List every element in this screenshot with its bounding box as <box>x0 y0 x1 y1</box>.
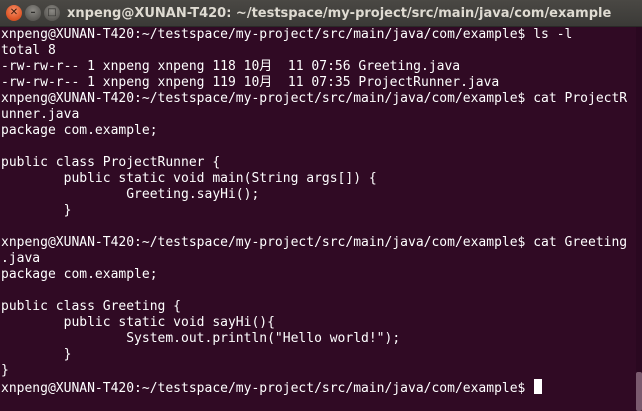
terminal-line: package com.example; <box>1 123 158 138</box>
terminal-prompt-line[interactable]: xnpeng@XUNAN-T420:~/testspace/my-project… <box>1 379 636 395</box>
terminal-line: -rw-rw-r-- 1 xnpeng xnpeng 118 10月 11 07… <box>1 59 461 74</box>
close-icon: ✕ <box>9 7 19 18</box>
maximize-window-button[interactable]: □ <box>44 5 60 21</box>
scrollbar-thumb[interactable] <box>636 372 642 411</box>
terminal-output[interactable]: xnpeng@XUNAN-T420:~/testspace/my-project… <box>0 27 636 411</box>
window-title: xnpeng@XUNAN-T420: ~/testspace/my-projec… <box>67 6 612 21</box>
scrollbar-track[interactable] <box>636 27 642 411</box>
text-cursor <box>534 379 543 394</box>
minimize-icon: – <box>30 7 36 18</box>
terminal-line: xnpeng@XUNAN-T420:~/testspace/my-project… <box>1 27 573 42</box>
title-bar[interactable]: ✕ – □ xnpeng@XUNAN-T420: ~/testspace/my-… <box>0 0 642 27</box>
terminal-line: total 8 <box>1 43 56 58</box>
terminal-line: public class Greeting { <box>1 299 182 314</box>
terminal-line: } <box>1 363 9 378</box>
terminal-prompt: xnpeng@XUNAN-T420:~/testspace/my-project… <box>1 381 534 395</box>
terminal-line: public static void main(String args[]) { <box>1 171 377 186</box>
terminal-window: ✕ – □ xnpeng@XUNAN-T420: ~/testspace/my-… <box>0 0 642 411</box>
maximize-icon: □ <box>47 7 57 18</box>
terminal-line: unner.java <box>1 107 80 122</box>
terminal-line: xnpeng@XUNAN-T420:~/testspace/my-project… <box>1 91 628 106</box>
minimize-window-button[interactable]: – <box>25 5 41 21</box>
terminal-line: public static void sayHi(){ <box>1 315 275 330</box>
terminal-line: package com.example; <box>1 267 158 282</box>
terminal-line: public class ProjectRunner { <box>1 155 221 170</box>
terminal-line: .java <box>1 251 41 266</box>
terminal-line: } <box>1 347 72 362</box>
terminal-line: } <box>1 203 72 218</box>
terminal-line: System.out.println("Hello world!"); <box>1 331 401 346</box>
close-window-button[interactable]: ✕ <box>6 5 22 21</box>
terminal-line: -rw-rw-r-- 1 xnpeng xnpeng 119 10月 11 07… <box>1 75 500 90</box>
terminal-line: Greeting.sayHi(); <box>1 187 260 202</box>
terminal-line: xnpeng@XUNAN-T420:~/testspace/my-project… <box>1 235 628 250</box>
